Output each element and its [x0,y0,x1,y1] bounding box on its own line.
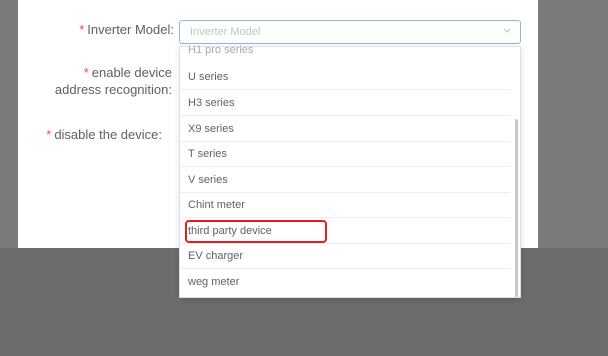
inverter-model-label: * Inverter Model: [79,22,174,37]
dropdown-option-partial[interactable]: H1 pro series [180,45,510,59]
dropdown-scrollbar[interactable] [515,119,518,297]
chevron-down-icon [503,28,511,33]
dropdown-option-t-series[interactable]: T series [180,142,510,167]
dropdown-option-u-series[interactable]: U series [180,65,510,90]
inverter-model-select[interactable]: Inverter Model [179,20,521,44]
dropdown-option-v-series[interactable]: V series [180,168,510,193]
inverter-model-dropdown: H1 pro series U series H3 series X9 seri… [179,45,521,298]
dropdown-option-h3-series[interactable]: H3 series [180,91,510,116]
dropdown-option-weg-meter[interactable]: weg meter [180,270,510,295]
select-placeholder: Inverter Model [190,26,261,38]
dropdown-option-ev-charger[interactable]: EV charger [180,244,510,269]
disable-device-label: * disable the device: [46,127,162,142]
required-mark: * [79,22,85,37]
required-mark: * [83,65,89,80]
enable-device-address-label: * enable device address recognition: [54,65,172,97]
required-mark: * [46,127,52,142]
highlight-annotation-box [185,220,327,243]
dropdown-option-chint-meter[interactable]: Chint meter [180,193,510,218]
dropdown-option-x9-series[interactable]: X9 series [180,117,510,142]
